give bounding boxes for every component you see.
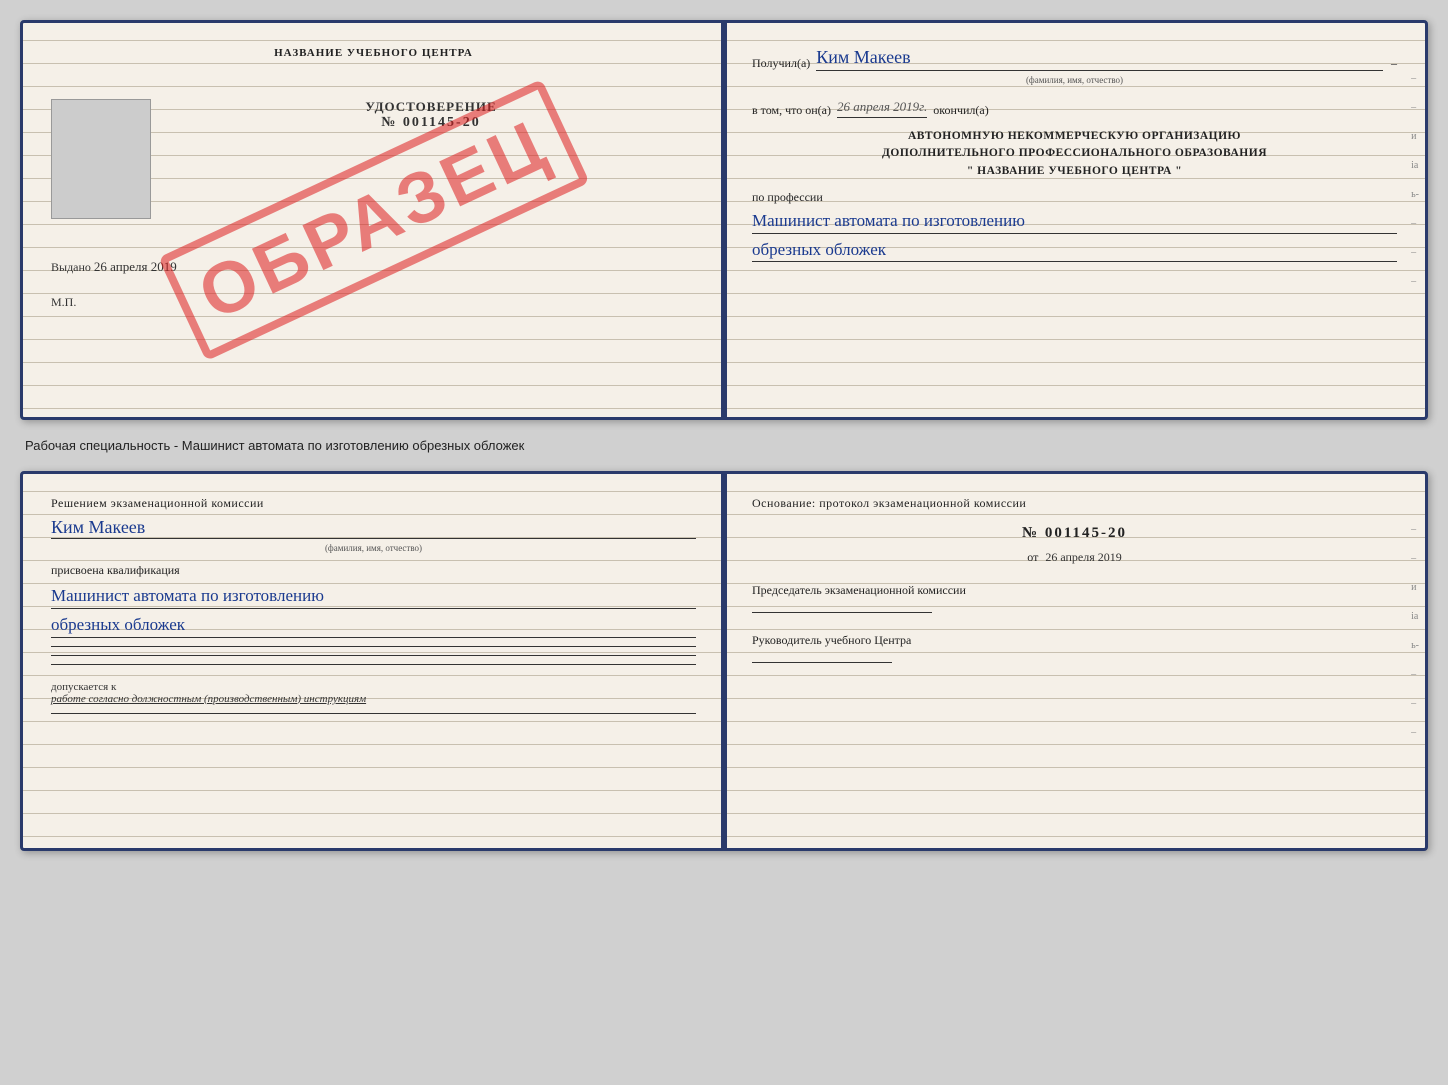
- dopuskaetsya-block: допускается к работе согласно должностны…: [51, 681, 696, 705]
- cert1-number: № 001145-20: [166, 115, 696, 131]
- org-block: АВТОНОМНУЮ НЕКОММЕРЧЕСКУЮ ОРГАНИЗАЦИЮ ДО…: [752, 128, 1397, 180]
- separator1: [51, 646, 696, 647]
- profession-line2: обрезных обложек: [752, 238, 1397, 263]
- mp-block: М.П.: [51, 295, 696, 310]
- dopuskaetsya-italic: работе согласно должностным (производств…: [51, 693, 696, 705]
- separator3: [51, 664, 696, 665]
- certificate-book-2: Решением экзаменационной комиссии Ким Ма…: [20, 471, 1428, 851]
- dash1: –: [1391, 56, 1397, 71]
- po-professii-label: по профессии: [752, 190, 1397, 205]
- caption-text: Рабочая специальность - Машинист автомат…: [20, 438, 1428, 453]
- predsedatel-label: Председатель экзаменационной комиссии: [752, 583, 1397, 598]
- predsedatel-line: [752, 612, 932, 613]
- right-margin-chars: – – и іа ь- – – –: [1411, 73, 1419, 287]
- vydano-label: Выдано: [51, 260, 91, 274]
- kvali-line1: Машинист автомата по изготовлению: [51, 584, 696, 609]
- ot-label: от: [1027, 550, 1038, 564]
- org-line1: АВТОНОМНУЮ НЕКОММЕРЧЕСКУЮ ОРГАНИЗАЦИЮ: [752, 128, 1397, 145]
- org-line2: ДОПОЛНИТЕЛЬНОГО ПРОФЕССИОНАЛЬНОГО ОБРАЗО…: [752, 145, 1397, 162]
- mp-label: М.П.: [51, 295, 76, 309]
- cert1-left-page: НАЗВАНИЕ УЧЕБНОГО ЦЕНТРА УДОСТОВЕРЕНИЕ №…: [23, 23, 724, 417]
- ot-date-value: 26 апреля 2019: [1045, 550, 1121, 564]
- predsedatel-block: Председатель экзаменационной комиссии: [752, 583, 1397, 613]
- poluchil-line: Получил(а) Ким Макеев –: [752, 47, 1397, 71]
- page-wrapper: НАЗВАНИЕ УЧЕБНОГО ЦЕНТРА УДОСТОВЕРЕНИЕ №…: [20, 20, 1428, 851]
- cert1-date: 26 апреля 2019г.: [837, 99, 927, 118]
- cert2-fio-hint: (фамилия, имя, отчество): [51, 543, 696, 553]
- vydano-block: Выдано 26 апреля 2019: [51, 259, 696, 275]
- rukovoditel-line: [752, 662, 892, 663]
- profession-line1: Машинист автомата по изготовлению: [752, 209, 1397, 234]
- rukovoditel-block: Руководитель учебного Центра: [752, 633, 1397, 663]
- cert1-right-page: Получил(а) Ким Макеев – (фамилия, имя, о…: [724, 23, 1425, 417]
- cert2-name: Ким Макеев: [51, 517, 696, 539]
- photo-placeholder: [51, 99, 151, 219]
- cert2-right-margin-chars: – – и іа ь- – – –: [1411, 524, 1419, 738]
- ot-date-block: от 26 апреля 2019: [752, 550, 1397, 565]
- dopuskaetsya-prefix: допускается к: [51, 681, 696, 693]
- vtom-label: в том, что он(а): [752, 103, 831, 118]
- certificate-book-1: НАЗВАНИЕ УЧЕБНОГО ЦЕНТРА УДОСТОВЕРЕНИЕ №…: [20, 20, 1428, 420]
- fio-hint: (фамилия, имя, отчество): [752, 75, 1397, 85]
- vydano-date: 26 апреля 2019: [94, 259, 177, 274]
- kvali-line2: обрезных обложек: [51, 613, 696, 638]
- vtom-line: в том, что он(а) 26 апреля 2019г. окончи…: [752, 99, 1397, 118]
- separator4: [51, 713, 696, 714]
- prisvoena-text: присвоена квалификация: [51, 563, 696, 578]
- cert2-right-page: Основание: протокол экзаменационной коми…: [724, 474, 1425, 848]
- cert2-left-page: Решением экзаменационной комиссии Ким Ма…: [23, 474, 724, 848]
- osnovanie-text: Основание: протокол экзаменационной коми…: [752, 496, 1397, 511]
- protocol-number: № 001145-20: [752, 525, 1397, 542]
- poluchil-label: Получил(а): [752, 56, 810, 71]
- separator2: [51, 655, 696, 656]
- resheniem-text: Решением экзаменационной комиссии: [51, 496, 696, 511]
- udostoverenie-label: УДОСТОВЕРЕНИЕ: [166, 99, 696, 115]
- rukovoditel-label: Руководитель учебного Центра: [752, 633, 1397, 648]
- recipient-name: Ким Макеев: [816, 47, 1383, 71]
- cert1-title: НАЗВАНИЕ УЧЕБНОГО ЦЕНТРА: [51, 47, 696, 59]
- org-line3: " НАЗВАНИЕ УЧЕБНОГО ЦЕНТРА ": [752, 163, 1397, 180]
- okonchil-label: окончил(а): [933, 103, 988, 118]
